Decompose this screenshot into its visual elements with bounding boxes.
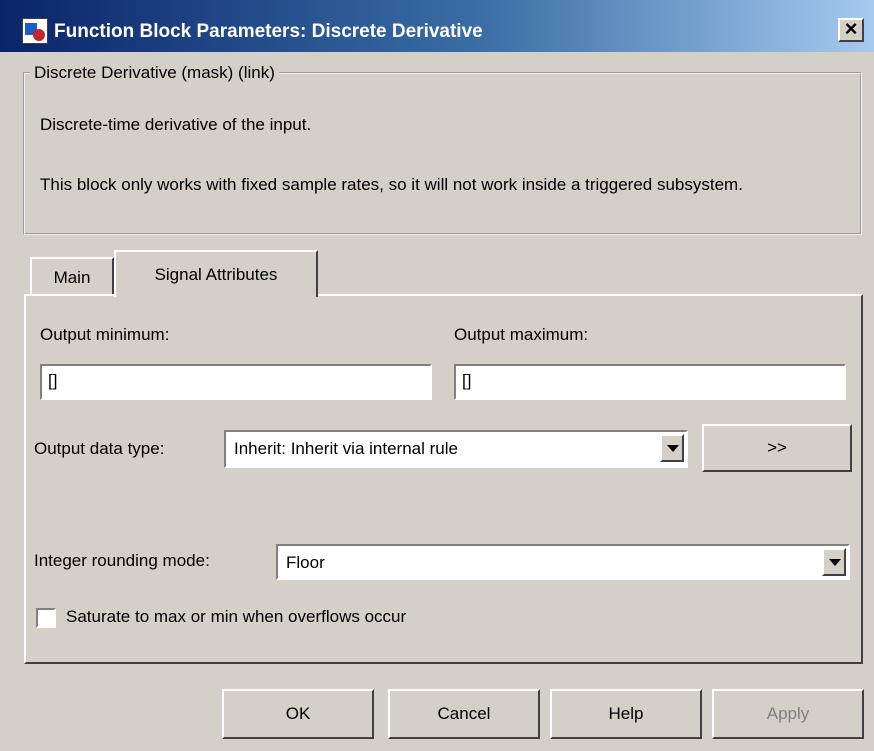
output-data-type-select[interactable]: Inherit: Inherit via internal rule — [224, 430, 688, 468]
output-minimum-input[interactable]: [] — [40, 364, 432, 400]
integer-rounding-label: Integer rounding mode: — [34, 551, 210, 570]
integer-rounding-value: Floor — [286, 553, 325, 572]
output-data-type-label: Output data type: — [34, 439, 165, 458]
tab-main[interactable]: Main — [30, 257, 114, 295]
simulink-app-icon — [22, 18, 48, 44]
apply-button[interactable]: Apply — [712, 689, 864, 739]
description-group — [23, 72, 862, 235]
title-bar[interactable]: Function Block Parameters: Discrete Deri… — [0, 0, 874, 52]
close-button[interactable]: × — [838, 18, 864, 42]
saturate-checkbox[interactable] — [36, 608, 56, 628]
tab-signal-attributes[interactable]: Signal Attributes — [114, 250, 318, 297]
integer-rounding-select[interactable]: Floor — [276, 544, 850, 580]
output-minimum-label: Output minimum: — [40, 325, 170, 344]
chevron-down-icon — [829, 559, 841, 566]
window-title: Function Block Parameters: Discrete Deri… — [54, 21, 483, 42]
output-maximum-label: Output maximum: — [454, 325, 589, 344]
description-text-2: This block only works with fixed sample … — [40, 175, 743, 194]
output-data-type-value: Inherit: Inherit via internal rule — [234, 439, 458, 458]
chevron-down-icon — [667, 445, 679, 452]
saturate-checkbox-label[interactable]: Saturate to max or min when overflows oc… — [66, 606, 406, 628]
output-maximum-input[interactable]: [] — [454, 364, 846, 400]
description-group-label: Discrete Derivative (mask) (link) — [30, 64, 279, 82]
ok-button[interactable]: OK — [222, 689, 374, 739]
close-icon: × — [844, 16, 858, 41]
dropdown-arrow-button[interactable] — [660, 434, 684, 462]
description-text-1: Discrete-time derivative of the input. — [40, 115, 312, 134]
cancel-button[interactable]: Cancel — [388, 689, 540, 739]
data-type-assistant-button[interactable]: >> — [702, 424, 852, 472]
dialog-window: Function Block Parameters: Discrete Deri… — [0, 0, 874, 751]
dropdown-arrow-button[interactable] — [822, 548, 846, 576]
icon-circle-shape — [33, 29, 45, 41]
help-button[interactable]: Help — [550, 689, 702, 739]
